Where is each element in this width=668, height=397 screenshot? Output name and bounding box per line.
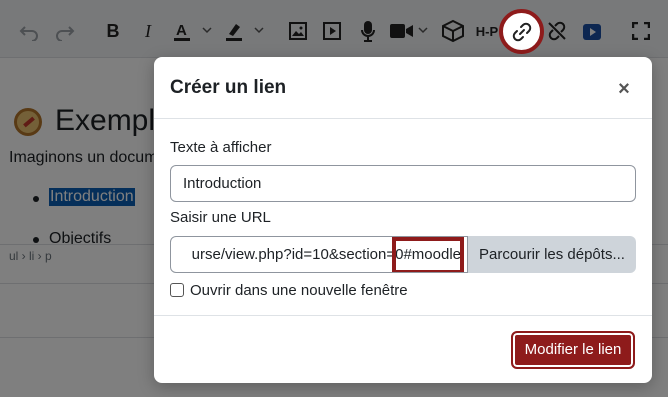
new-window-checkbox[interactable] [170,283,184,297]
new-window-option[interactable]: Ouvrir dans une nouvelle fenêtre [170,281,408,299]
browse-repositories-button[interactable]: Parcourir les dépôts... [468,236,636,273]
url-input-group: urse/view.php?id=10&section=0#moodle Par… [170,236,636,273]
create-link-dialog: Créer un lien × Texte à afficher Saisir … [154,57,652,383]
text-label: Texte à afficher [170,139,272,156]
url-anchor-highlight [392,237,464,272]
url-label: Saisir une URL [170,209,271,226]
url-input[interactable]: urse/view.php?id=10&section=0#moodle [170,236,468,273]
close-button[interactable]: × [612,77,636,101]
update-link-button[interactable]: Modifier le lien [511,331,635,369]
link-icon [512,22,531,41]
dialog-title: Créer un lien [170,77,287,98]
new-window-label: Ouvrir dans une nouvelle fenêtre [190,281,408,299]
text-to-display-input[interactable] [170,165,636,202]
dialog-header: Créer un lien × [154,57,652,119]
link-button[interactable] [499,9,544,54]
